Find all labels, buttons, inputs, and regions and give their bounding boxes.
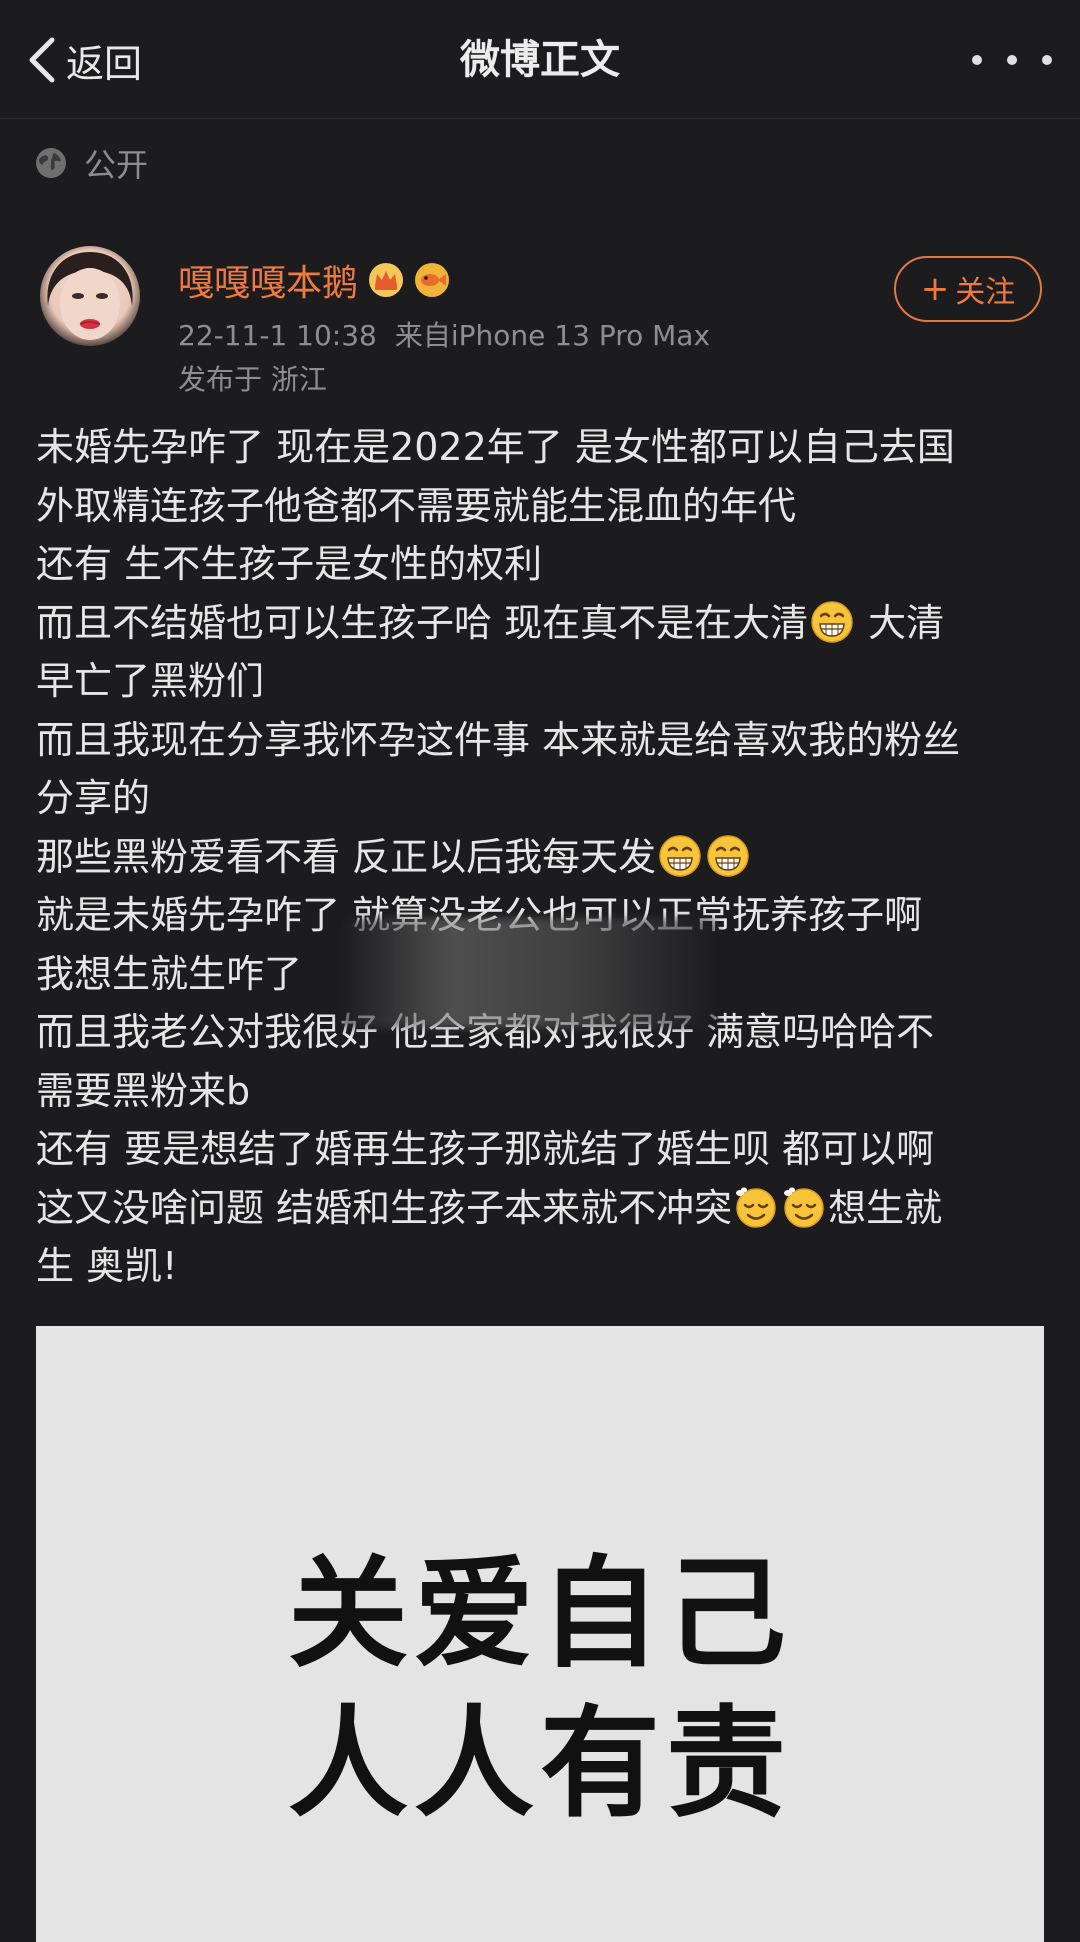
- relieved-emoji: [734, 1185, 778, 1229]
- post-image[interactable]: 关爱自己 人人有责: [36, 1326, 1044, 1942]
- post-text: 这又没啥问题 结婚和生孩子本来就不冲突: [36, 1185, 733, 1230]
- post-text-line: 生 奥凯!: [36, 1237, 1046, 1296]
- back-button[interactable]: 返回: [24, 30, 142, 90]
- visibility-indicator: 公开: [34, 140, 148, 186]
- image-text-line-2: 人人有责: [288, 1695, 792, 1834]
- plus-icon: +: [920, 269, 950, 309]
- grin-emoji: [658, 834, 702, 878]
- fish-badge-icon: [415, 263, 450, 297]
- post-text: 而且我现在分享我怀孕这件事 本来就是给喜欢我的粉丝: [36, 717, 961, 762]
- chevron-left-icon: [29, 37, 55, 83]
- post-text-line: 而且不结婚也可以生孩子哈 现在真不是在大清 大清: [36, 594, 1046, 653]
- post-text: 而且不结婚也可以生孩子哈 现在真不是在大清: [36, 600, 809, 645]
- follow-label: 关注: [955, 275, 1016, 310]
- post-source: 来自iPhone 13 Pro Max: [394, 319, 711, 352]
- crown-badge-icon: [369, 263, 404, 297]
- post-text-line: 未婚先孕咋了 现在是2022年了 是女性都可以自己去国: [36, 418, 1046, 477]
- grin-emoji: [810, 600, 854, 644]
- post-text: 还有 要是想结了婚再生孩子那就结了婚生呗 都可以啊: [36, 1127, 935, 1171]
- post-body: 未婚先孕咋了 现在是2022年了 是女性都可以自己去国 外取精连孩子他爸都不需要就…: [36, 418, 1046, 1296]
- avatar[interactable]: [40, 246, 140, 346]
- post-text-line: 还有 要是想结了婚再生孩子那就结了婚生呗 都可以啊: [36, 1120, 1046, 1179]
- post-text: 分享的: [36, 776, 151, 820]
- relieved-emoji: [782, 1185, 826, 1229]
- post-text: 外取精连孩子他爸都不需要就能生混血的年代: [36, 483, 797, 528]
- post-text-line: 还有 生不生孩子是女性的权利: [36, 535, 1046, 594]
- post-text: 需要黑粉来b: [36, 1068, 251, 1113]
- image-text-line-1: 关爱自己: [288, 1545, 792, 1684]
- post-text: 未婚先孕咋了 现在是2022年了 是女性都可以自己去国: [36, 425, 955, 469]
- post-meta: 22-11-1 10:38 来自iPhone 13 Pro Max: [178, 314, 710, 354]
- post-text: 那些黑粉爱看不看 反正以后我每天发: [36, 834, 657, 879]
- post-text-tail: 大清: [856, 600, 945, 645]
- post-text: 我想生就生咋了: [36, 951, 303, 996]
- follow-button[interactable]: + 关注: [894, 256, 1042, 322]
- avatar-image: [47, 252, 133, 340]
- post-text-line: 需要黑粉来b: [36, 1062, 1046, 1121]
- post-location: 发布于 浙江: [178, 363, 327, 396]
- more-dots-icon[interactable]: [972, 44, 1052, 76]
- post-text: 生 奥凯!: [36, 1244, 178, 1288]
- post-text: 早亡了黑粉们: [36, 659, 265, 703]
- back-label: 返回: [66, 41, 143, 86]
- navigation-bar: 返回 微博正文: [0, 0, 1080, 119]
- post-text-line: 而且我现在分享我怀孕这件事 本来就是给喜欢我的粉丝: [36, 711, 1046, 770]
- post-text-line: 外取精连孩子他爸都不需要就能生混血的年代: [36, 477, 1046, 536]
- post-text: 还有 生不生孩子是女性的权利: [36, 542, 543, 586]
- post-time: 22-11-1 10:38: [178, 319, 377, 352]
- post-text-tail: 想生就: [828, 1185, 943, 1230]
- grin-emoji: [706, 834, 750, 878]
- redaction-blur: [338, 918, 718, 1028]
- visibility-label: 公开: [84, 146, 149, 184]
- page-title: 微博正文: [460, 37, 620, 83]
- post-text-line: 早亡了黑粉们: [36, 652, 1046, 711]
- author-row: 嘎嘎嘎本鹅: [178, 254, 450, 306]
- post-text-line: 分享的: [36, 769, 1046, 828]
- post-text-line: 那些黑粉爱看不看 反正以后我每天发: [36, 828, 1046, 887]
- author-name[interactable]: 嘎嘎嘎本鹅: [178, 254, 358, 306]
- post-text-line: 这又没啥问题 结婚和生孩子本来就不冲突 想生就: [36, 1179, 1046, 1238]
- globe-icon: [36, 148, 66, 178]
